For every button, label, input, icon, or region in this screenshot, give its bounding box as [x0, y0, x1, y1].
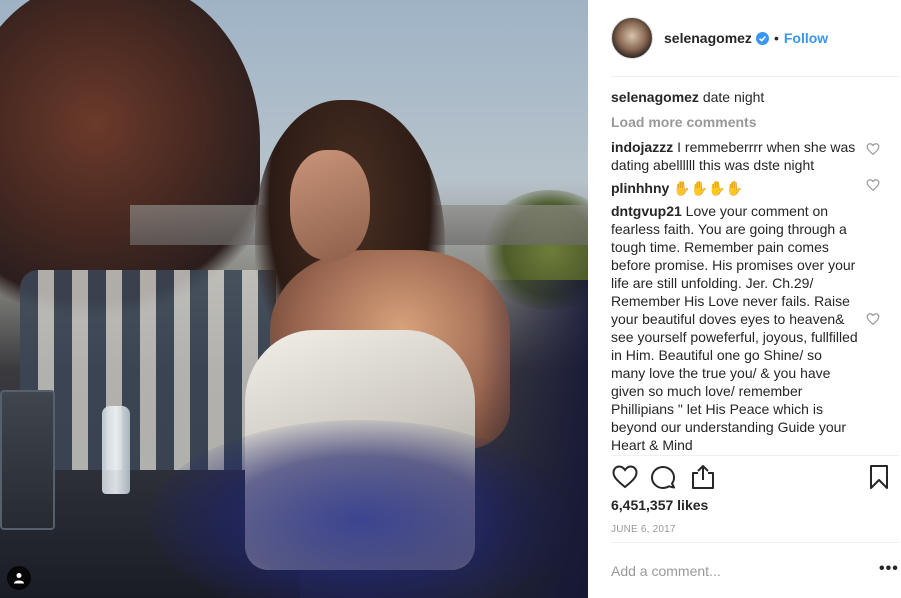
comment-bubble-icon[interactable] — [649, 463, 677, 491]
comment-like-heart-icon[interactable] — [866, 312, 880, 326]
heart-icon[interactable] — [611, 463, 639, 491]
load-more-comments-button[interactable]: Load more comments — [611, 113, 886, 131]
post-date[interactable]: JUNE 6, 2017 — [611, 524, 676, 535]
comment-item: dntgvup21 Love your comment on fearless … — [611, 202, 886, 454]
caption-username[interactable]: selenagomez — [611, 89, 699, 105]
likes-count[interactable]: 6,451,357 likes — [611, 497, 708, 513]
comment-like-heart-icon[interactable] — [866, 178, 880, 192]
share-icon[interactable] — [689, 463, 717, 491]
photo-water-bottle — [102, 406, 130, 494]
comment-username[interactable]: indojazzz — [611, 139, 673, 155]
photo-foreground-blur-right — [480, 280, 588, 598]
comment-item: plinhhny ✋✋✋✋ — [611, 179, 886, 197]
photo-lantern — [0, 390, 55, 530]
header-username[interactable]: selenagomez — [664, 30, 752, 46]
header-separator: • — [773, 30, 779, 46]
caption-text: date night — [702, 89, 765, 105]
comment-text: Love your comment on fearless faith. You… — [611, 203, 858, 453]
divider — [611, 455, 899, 456]
comments-list[interactable]: selenagomez date night Load more comment… — [611, 88, 886, 454]
user-tag-icon[interactable] — [7, 566, 31, 590]
bookmark-icon[interactable] — [865, 463, 893, 491]
post-photo[interactable] — [0, 0, 588, 598]
comment-like-heart-icon[interactable] — [866, 142, 880, 156]
caption: selenagomez date night — [611, 88, 886, 106]
more-options-icon[interactable]: ••• — [879, 560, 899, 578]
post-header: selenagomez • Follow — [611, 16, 886, 60]
photo-face — [290, 150, 370, 260]
post-side-panel: selenagomez • Follow selenagomez date ni… — [588, 0, 901, 598]
follow-button[interactable]: Follow — [784, 30, 828, 46]
add-comment-input[interactable] — [611, 561, 841, 581]
avatar[interactable] — [611, 17, 653, 59]
comment-item: indojazzz I remmeberrrr when she was dat… — [611, 138, 886, 174]
divider — [611, 542, 899, 543]
divider — [611, 76, 899, 77]
verified-badge-icon — [755, 31, 769, 45]
action-bar — [611, 463, 901, 493]
comment-username[interactable]: dntgvup21 — [611, 203, 682, 219]
comment-username[interactable]: plinhhny — [611, 180, 669, 196]
comment-text: ✋✋✋✋ — [673, 180, 743, 196]
